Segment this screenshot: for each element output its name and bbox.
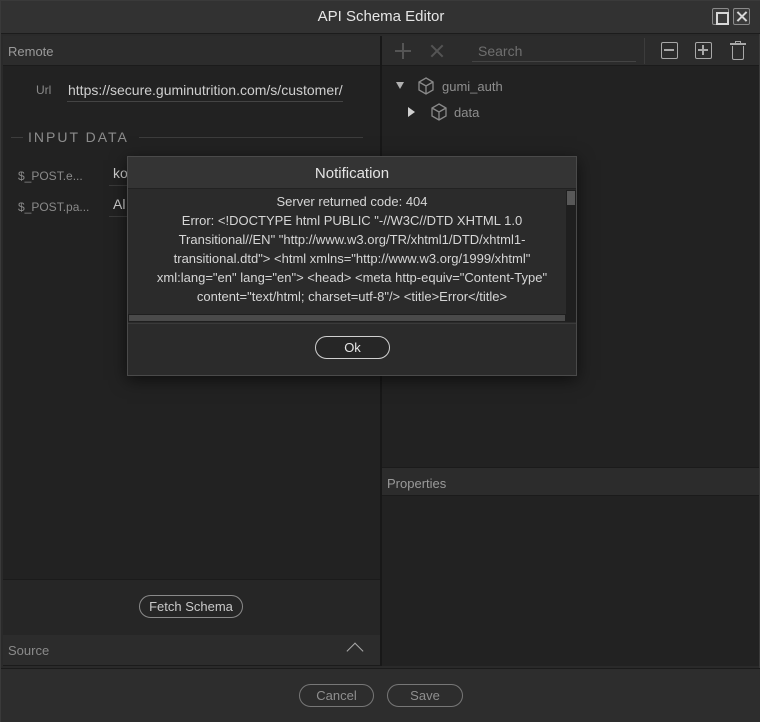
cancel-button[interactable]: Cancel (299, 684, 374, 707)
window-title: API Schema Editor (317, 8, 445, 25)
vertical-scrollbar[interactable] (566, 190, 576, 322)
maximize-icon[interactable] (712, 8, 729, 25)
ok-button[interactable]: Ok (315, 336, 390, 359)
search-input[interactable] (472, 41, 636, 62)
input-data-divider: INPUT DATA (11, 129, 363, 145)
tree-node-gumi-auth[interactable]: gumi_auth (396, 77, 596, 95)
param-label-email: $_POST.e... (18, 169, 83, 183)
trash-icon[interactable] (729, 41, 747, 61)
notification-dialog: Notification Server returned code: 404 E… (127, 156, 577, 376)
notification-status-line: Server returned code: 404 (276, 194, 428, 209)
properties-header-label: Properties (387, 476, 447, 491)
param-label-password: $_POST.pa... (18, 200, 90, 214)
cube-icon (431, 103, 447, 121)
notification-error-line: Error: <!DOCTYPE html PUBLIC "-//W3C//DT… (156, 213, 548, 304)
url-label: Url (36, 83, 52, 97)
add-node-icon[interactable] (394, 42, 412, 60)
horizontal-scrollbar[interactable] (128, 314, 576, 322)
fetch-schema-button[interactable]: Fetch Schema (139, 595, 243, 618)
fetch-area: Fetch Schema (3, 579, 380, 635)
input-data-label: INPUT DATA (28, 129, 129, 145)
save-button[interactable]: Save (387, 684, 463, 707)
dialog-footer: Cancel Save (1, 668, 760, 722)
source-header-label: Source (8, 643, 50, 658)
url-input[interactable] (67, 78, 343, 102)
tree-node-label: gumi_auth (442, 79, 503, 94)
expanded-arrow-icon[interactable] (396, 82, 404, 89)
chevron-up-icon[interactable] (346, 642, 364, 660)
collapsed-arrow-icon[interactable] (408, 107, 415, 117)
source-header[interactable]: Source (3, 635, 380, 666)
notification-title-bar: Notification (128, 157, 576, 189)
expand-all-icon[interactable] (695, 42, 712, 59)
collapse-all-icon[interactable] (661, 42, 678, 59)
title-bar: API Schema Editor (1, 1, 760, 34)
cube-icon (418, 77, 434, 95)
api-schema-editor-window: API Schema Editor Remote Url INPUT DATA … (0, 0, 760, 722)
properties-header: Properties (382, 467, 759, 496)
notification-message: Server returned code: 404 Error: <!DOCTY… (136, 192, 568, 306)
notification-message-area: Server returned code: 404 Error: <!DOCTY… (128, 190, 576, 322)
remove-node-icon[interactable] (428, 42, 446, 60)
tree-node-label: data (454, 105, 480, 120)
close-icon[interactable] (733, 8, 750, 25)
tree-toolbar (382, 36, 759, 66)
remote-header: Remote (3, 36, 380, 66)
toolbar-separator (644, 38, 645, 64)
remote-header-label: Remote (8, 44, 54, 59)
notification-title: Notification (314, 165, 390, 182)
notification-footer: Ok (128, 323, 576, 375)
tree-node-data[interactable]: data (408, 103, 608, 121)
